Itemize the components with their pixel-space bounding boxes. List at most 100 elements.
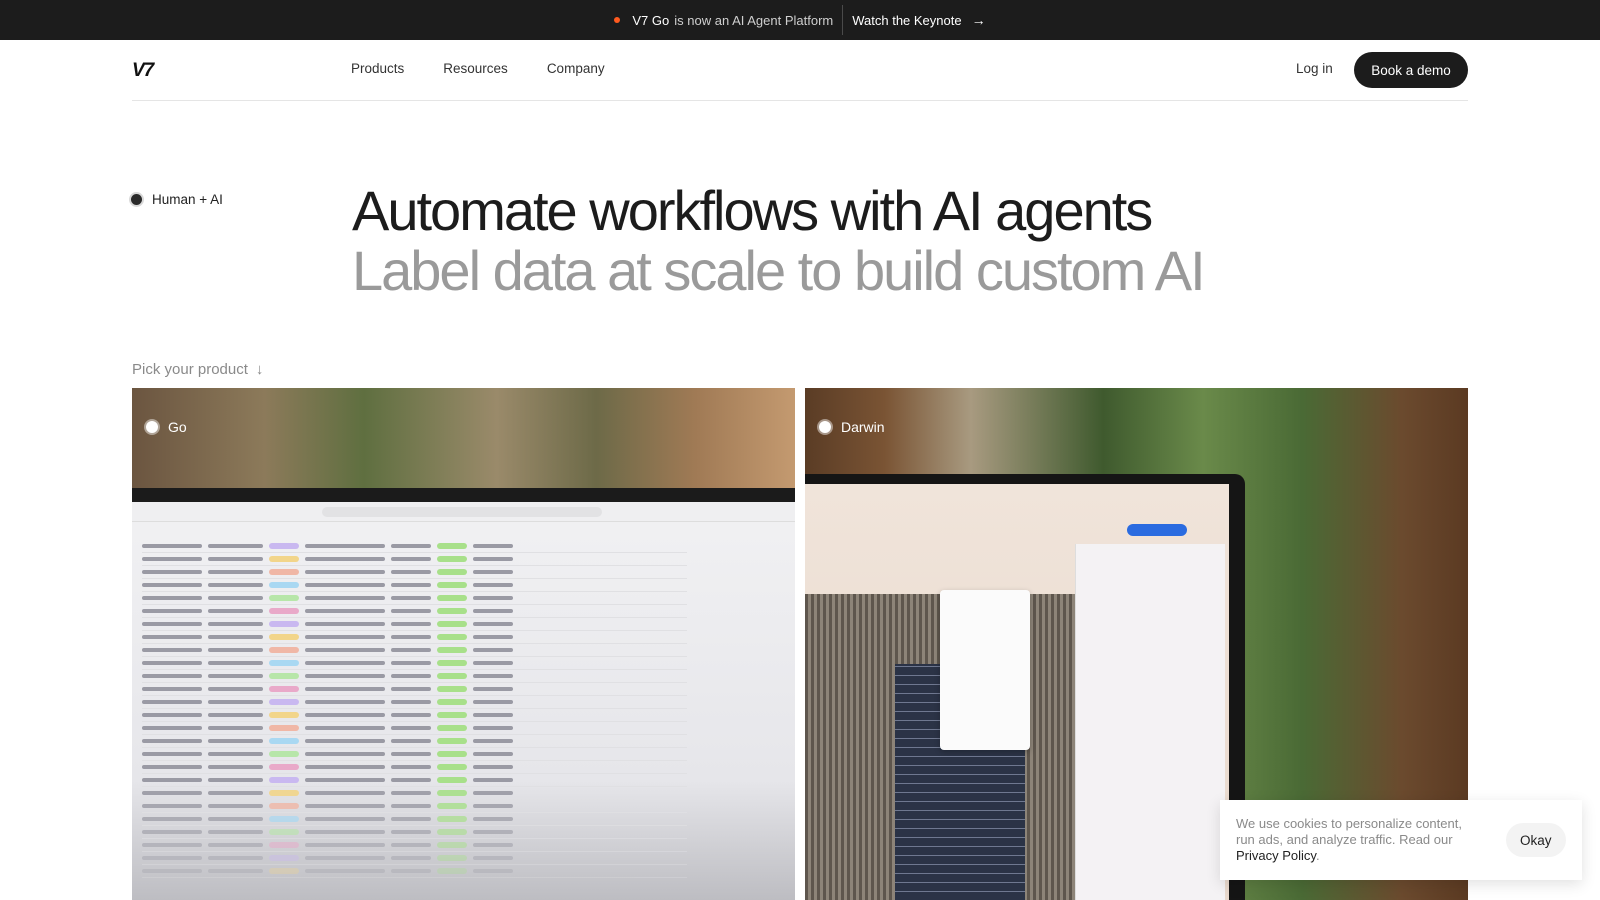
cell-tag	[269, 595, 299, 601]
cell-tag	[437, 543, 467, 549]
cell-tag	[437, 751, 467, 757]
cell-text	[473, 583, 513, 587]
cell-text	[142, 635, 202, 639]
spreadsheet-row	[142, 709, 687, 722]
cell-text	[142, 661, 202, 665]
cell-tag	[269, 556, 299, 562]
radio-icon	[146, 421, 158, 433]
spreadsheet-row	[142, 813, 687, 826]
cell-tag	[437, 842, 467, 848]
cell-text	[142, 804, 202, 808]
spreadsheet-row	[142, 774, 687, 787]
cell-text	[142, 648, 202, 652]
cell-text	[208, 804, 263, 808]
cell-tag	[437, 829, 467, 835]
cell-text	[305, 739, 385, 743]
cookie-okay-button[interactable]: Okay	[1505, 823, 1566, 857]
cell-text	[473, 661, 513, 665]
cell-text	[208, 726, 263, 730]
cell-text	[208, 687, 263, 691]
cell-text	[391, 856, 431, 860]
pick-product-text: Pick your product	[132, 361, 248, 378]
hero-subheadline: Label data at scale to build custom AI	[352, 239, 1206, 302]
cell-text	[142, 583, 202, 587]
book-demo-button[interactable]: Book a demo	[1354, 52, 1468, 88]
nav-resources[interactable]: Resources	[443, 61, 508, 76]
cell-tag	[269, 569, 299, 575]
hero-tag-label: Human + AI	[152, 192, 223, 207]
spreadsheet-row	[142, 839, 687, 852]
cell-tag	[437, 660, 467, 666]
cell-text	[208, 609, 263, 613]
spreadsheet-row	[142, 683, 687, 696]
cell-tag	[437, 569, 467, 575]
cell-text	[142, 544, 202, 548]
cell-text	[391, 544, 431, 548]
cell-text	[305, 791, 385, 795]
cell-tag	[437, 556, 467, 562]
cell-text	[208, 752, 263, 756]
cookie-text: We use cookies to personalize content, r…	[1236, 816, 1476, 864]
cell-tag	[269, 764, 299, 770]
spreadsheet-row	[142, 865, 687, 878]
cell-tag	[269, 829, 299, 835]
cell-text	[473, 830, 513, 834]
spreadsheet-row	[142, 540, 687, 553]
nav-company[interactable]: Company	[547, 61, 605, 76]
cell-tag	[269, 660, 299, 666]
cell-text	[142, 869, 202, 873]
announcement-divider	[842, 5, 844, 35]
cell-tag	[437, 803, 467, 809]
spreadsheet-row	[142, 800, 687, 813]
cell-text	[208, 622, 263, 626]
cell-text	[142, 830, 202, 834]
arrow-down-icon: ↓	[255, 361, 264, 378]
cell-text	[391, 622, 431, 626]
cell-tag	[437, 790, 467, 796]
cell-text	[391, 713, 431, 717]
cell-tag	[437, 855, 467, 861]
cell-tag	[437, 816, 467, 822]
browser-toolbar	[132, 502, 795, 522]
cell-text	[473, 713, 513, 717]
cell-text	[391, 596, 431, 600]
spreadsheet-row	[142, 761, 687, 774]
cell-tag	[269, 751, 299, 757]
product-card-go[interactable]: Go	[132, 388, 795, 900]
cookie-banner: We use cookies to personalize content, r…	[1220, 800, 1582, 880]
cell-text	[208, 843, 263, 847]
cell-text	[305, 570, 385, 574]
cell-text	[305, 635, 385, 639]
spreadsheet-row	[142, 696, 687, 709]
cell-tag	[437, 595, 467, 601]
spreadsheet-row	[142, 566, 687, 579]
cell-text	[142, 791, 202, 795]
cell-text	[208, 739, 263, 743]
cell-text	[305, 856, 385, 860]
cell-text	[208, 830, 263, 834]
cell-text	[473, 674, 513, 678]
nav-products[interactable]: Products	[351, 61, 404, 76]
cell-text	[208, 583, 263, 587]
cell-text	[208, 713, 263, 717]
go-spreadsheet-image	[132, 502, 795, 900]
cell-text	[142, 570, 202, 574]
cell-text	[305, 804, 385, 808]
cell-tag	[269, 725, 299, 731]
v7-logo[interactable]: V7	[132, 60, 154, 82]
cell-tag	[269, 647, 299, 653]
cell-text	[473, 869, 513, 873]
cell-text	[142, 856, 202, 860]
privacy-policy-link[interactable]: Privacy Policy	[1236, 848, 1316, 863]
cell-text	[473, 596, 513, 600]
darwin-monitor-image	[805, 474, 1245, 900]
cookie-suffix: .	[1315, 848, 1320, 863]
watch-keynote-link[interactable]: Watch the Keynote →	[852, 12, 985, 28]
cell-text	[305, 687, 385, 691]
watch-keynote-label: Watch the Keynote	[852, 12, 962, 28]
cell-text	[305, 817, 385, 821]
login-link[interactable]: Log in	[1296, 61, 1333, 76]
cell-text	[142, 778, 202, 782]
cell-text	[305, 830, 385, 834]
product-card-label: Go	[146, 419, 187, 435]
